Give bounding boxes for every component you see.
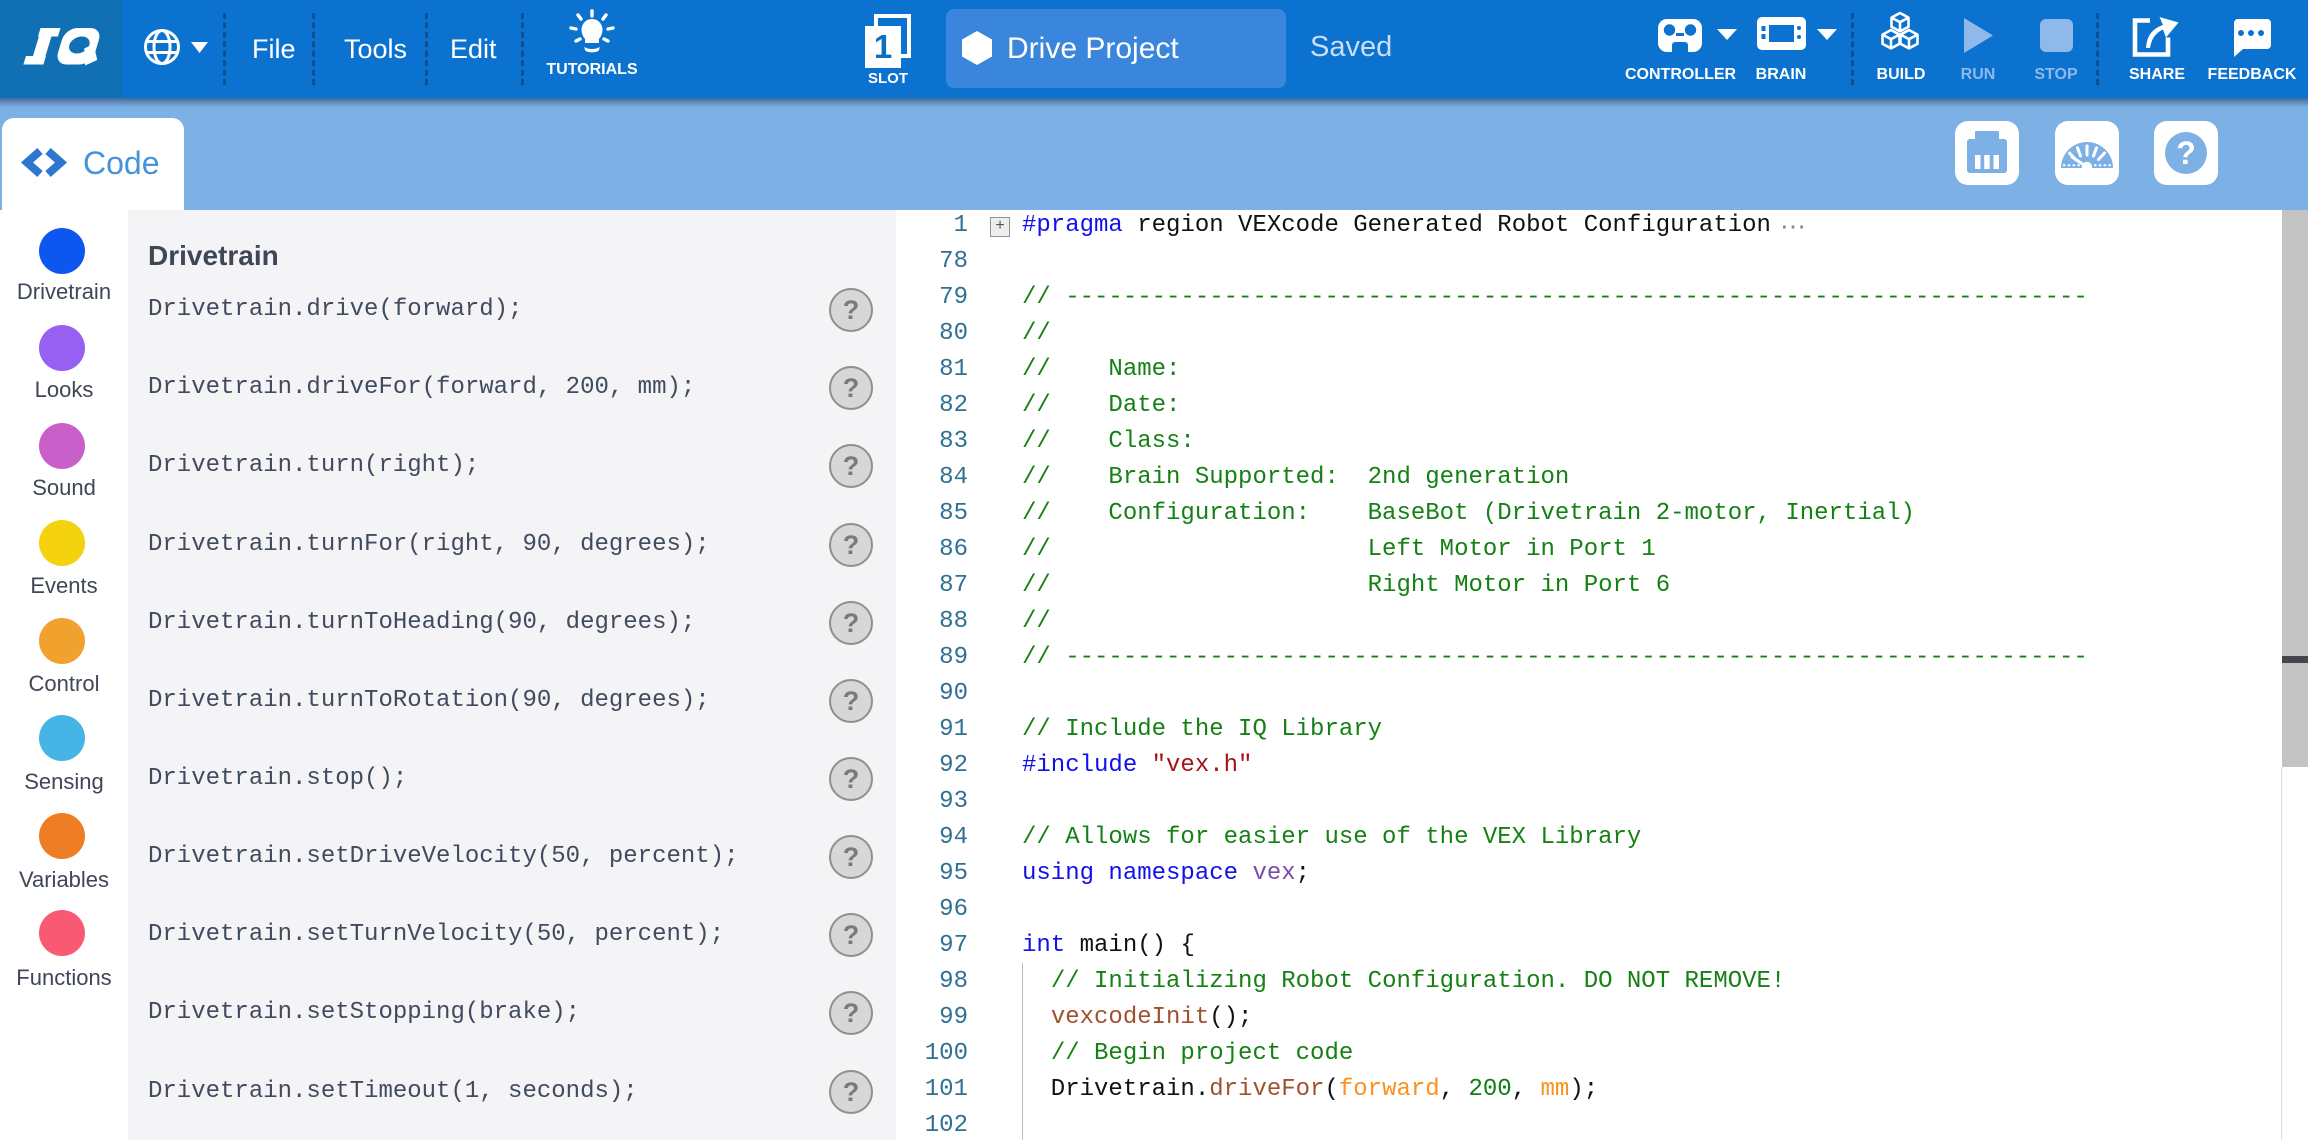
svg-text:1: 1 <box>874 28 892 65</box>
svg-text:?: ? <box>2176 135 2196 171</box>
